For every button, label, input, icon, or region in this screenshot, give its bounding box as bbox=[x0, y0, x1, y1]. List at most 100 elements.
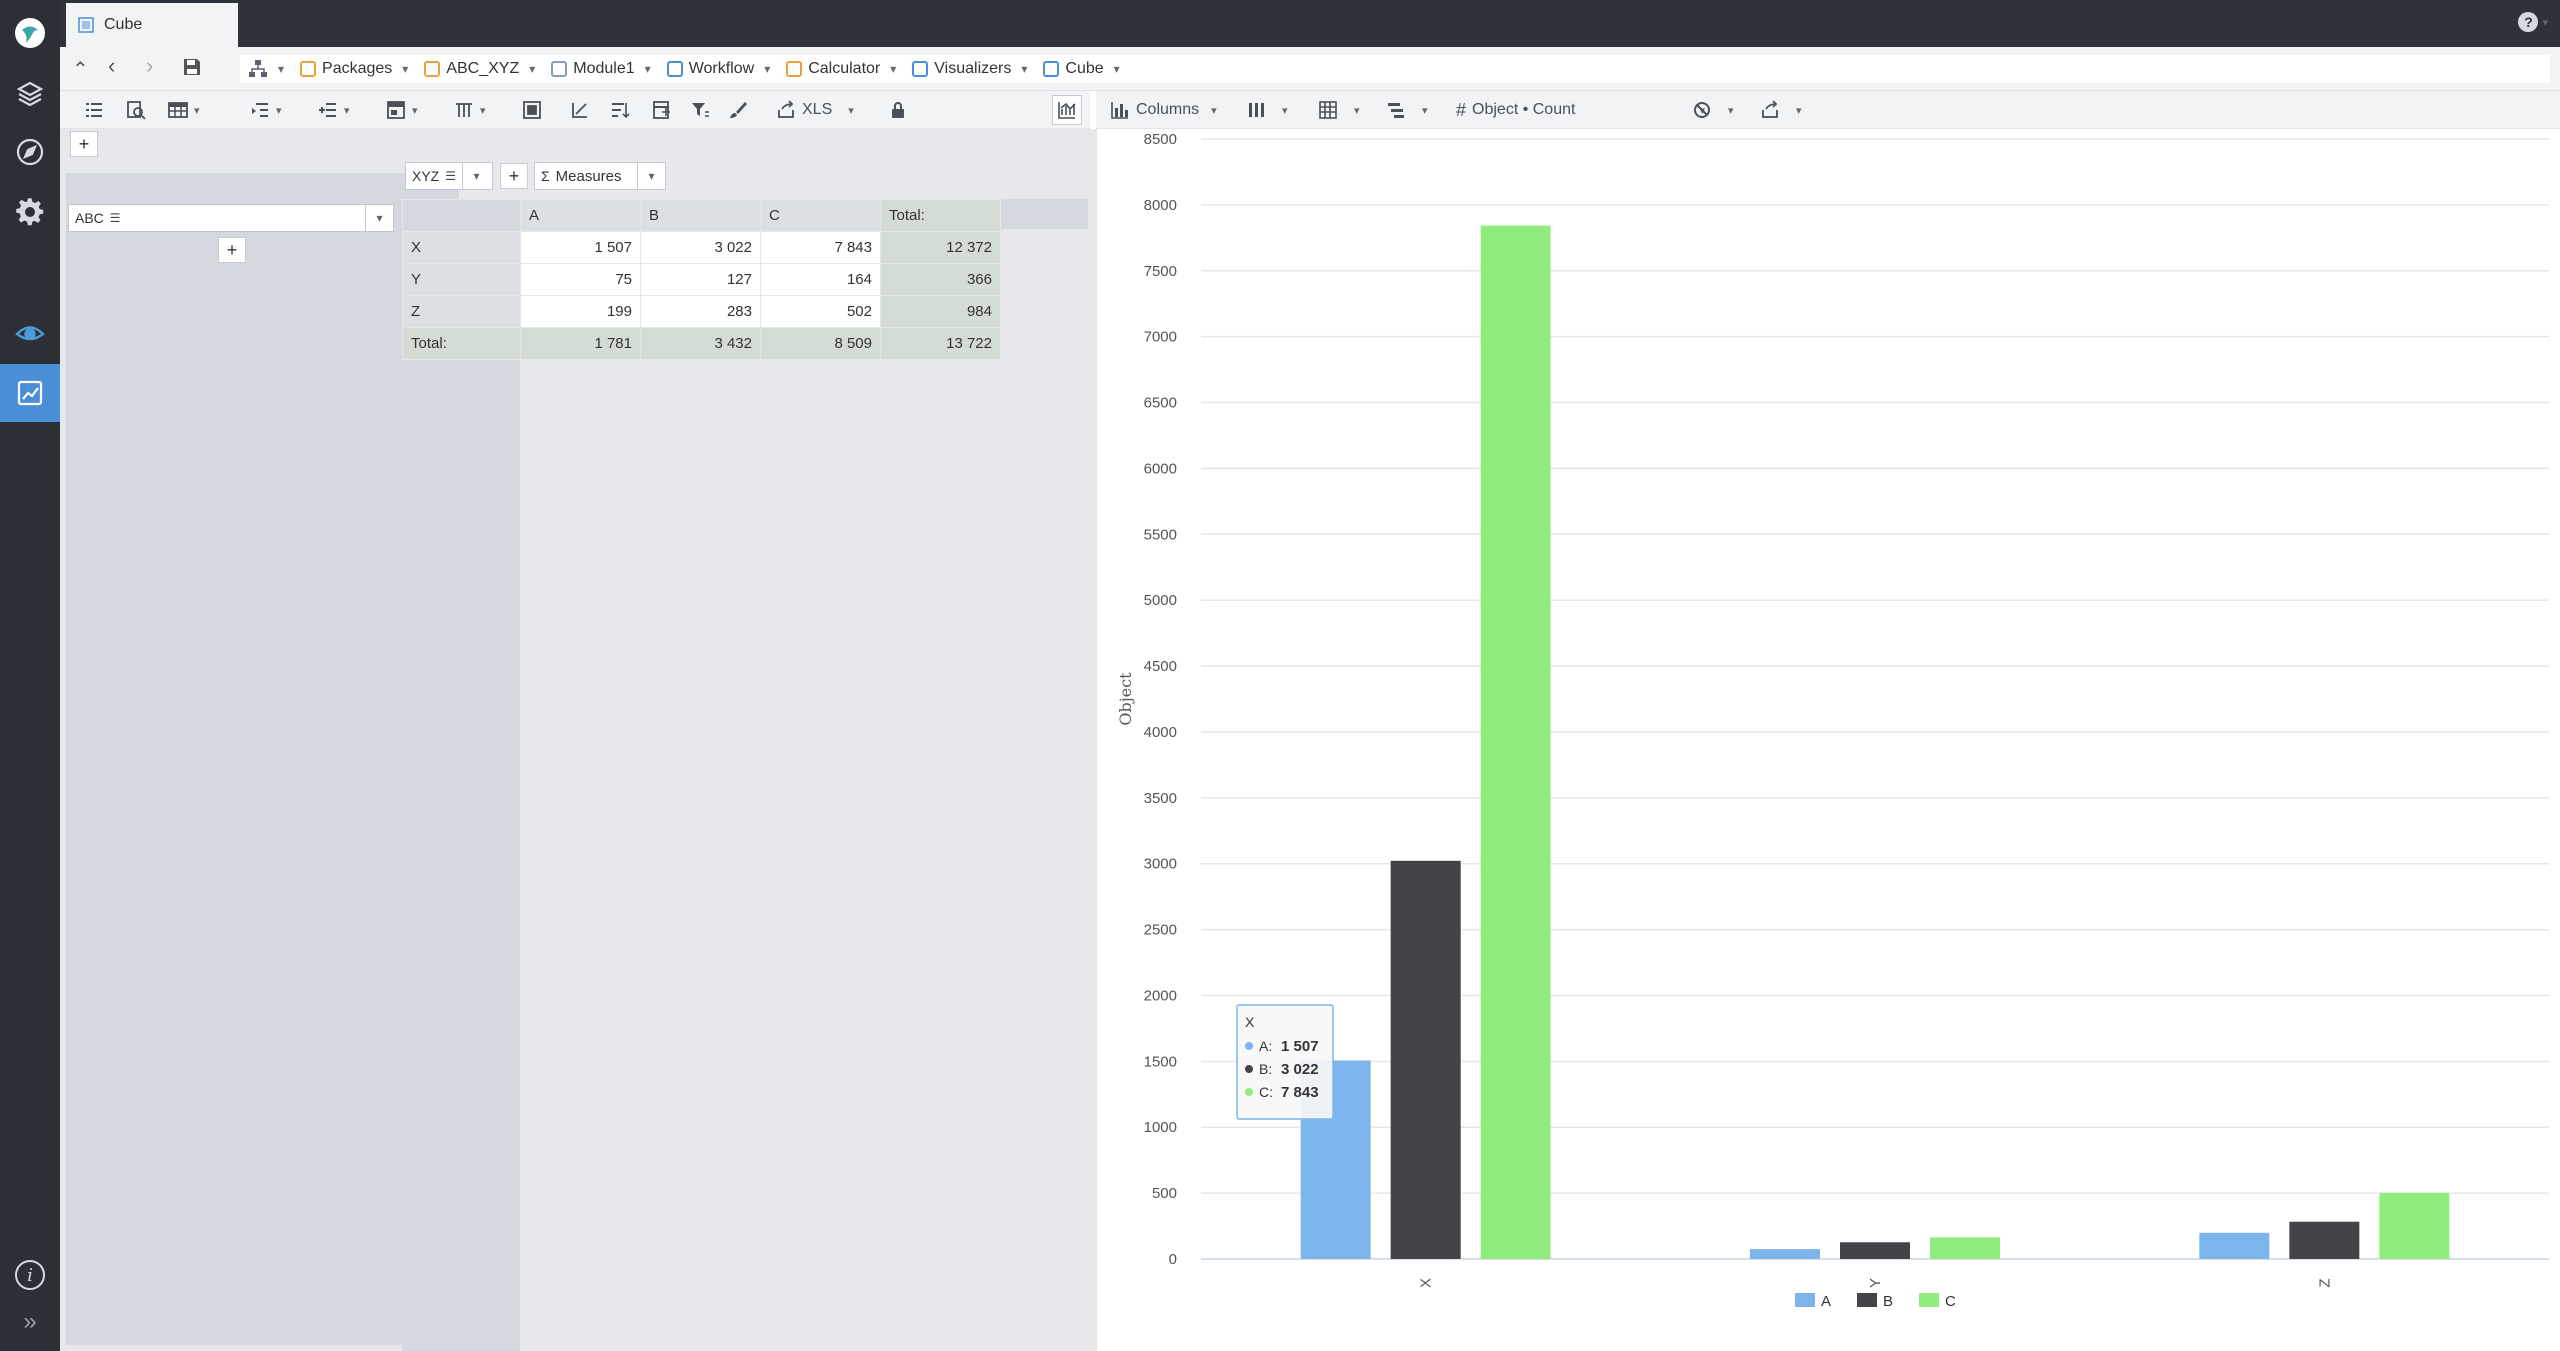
table-cell[interactable]: 164 bbox=[760, 263, 881, 296]
add-row-icon[interactable]: ▾ bbox=[318, 99, 350, 121]
export-xls-button[interactable]: XLS ▾ bbox=[776, 99, 854, 121]
cube-icon bbox=[1043, 61, 1060, 77]
table-cell[interactable]: 283 bbox=[640, 295, 761, 328]
chevron-down-icon[interactable]: ▾ bbox=[529, 62, 535, 76]
no-filter-icon[interactable]: ▾ bbox=[1692, 99, 1734, 121]
breadcrumb-item[interactable]: ABC_XYZ ▾ bbox=[416, 60, 543, 78]
table-cell[interactable]: 75 bbox=[520, 263, 641, 296]
back-icon[interactable]: ‹ bbox=[108, 53, 115, 79]
chevron-down-icon[interactable]: ▾ bbox=[764, 62, 770, 76]
table-icon[interactable]: ▾ bbox=[168, 99, 200, 121]
sort-icon[interactable] bbox=[610, 99, 630, 121]
tooltip-value: 1 507 bbox=[1281, 1038, 1319, 1055]
chevron-down-icon[interactable]: ▾ bbox=[890, 62, 896, 76]
grand-total-cell[interactable]: 13 722 bbox=[880, 327, 1001, 360]
stack-icon[interactable]: ▾ bbox=[1386, 99, 1428, 121]
legend-item: A bbox=[1821, 1293, 1831, 1310]
chevron-up-icon[interactable]: ⌃ bbox=[72, 57, 89, 82]
chevron-down-icon[interactable]: ▾ bbox=[645, 62, 651, 76]
chart-edit-icon[interactable] bbox=[0, 364, 60, 422]
tooltip-title: X bbox=[1245, 1014, 1255, 1030]
total-row-header[interactable]: Total: bbox=[402, 327, 521, 360]
eye-icon[interactable] bbox=[0, 303, 60, 361]
row-total-cell[interactable]: 984 bbox=[880, 295, 1001, 328]
column-header-total[interactable]: Total: bbox=[880, 199, 1001, 232]
table-cell[interactable]: 199 bbox=[520, 295, 641, 328]
column-header[interactable]: C bbox=[760, 199, 881, 232]
column-header[interactable]: A bbox=[520, 199, 641, 232]
preview-icon[interactable] bbox=[126, 99, 146, 121]
breadcrumb-item[interactable]: Module1 ▾ bbox=[543, 60, 658, 78]
table-cell[interactable]: 7 843 bbox=[760, 231, 881, 264]
chart-type-label: Columns bbox=[1136, 101, 1200, 118]
workflow-icon bbox=[666, 61, 683, 77]
subtotal-icon[interactable] bbox=[652, 99, 672, 121]
columns-layout-icon[interactable]: ▾ bbox=[454, 99, 486, 121]
frame-icon[interactable] bbox=[522, 99, 542, 121]
measure-dropdown[interactable]: # Object • Count ▾ bbox=[1456, 99, 1705, 121]
column-total-cell[interactable]: 1 781 bbox=[520, 327, 641, 360]
breadcrumb-item[interactable]: Cube ▾ bbox=[1035, 60, 1127, 78]
breadcrumb-item[interactable]: Visualizers ▾ bbox=[904, 60, 1035, 78]
breadcrumb: ▾ Packages ▾ ABC_XYZ ▾ Module1 ▾ Workflow ▾ Calc… bbox=[240, 55, 2550, 83]
toggle-chart-button[interactable] bbox=[1052, 95, 1082, 125]
row-total-cell[interactable]: 12 372 bbox=[880, 231, 1001, 264]
breadcrumb-item[interactable]: Packages ▾ bbox=[292, 60, 416, 78]
table-cell[interactable]: 502 bbox=[760, 295, 881, 328]
lock-icon[interactable] bbox=[888, 99, 908, 121]
column-total-cell[interactable]: 3 432 bbox=[640, 327, 761, 360]
gear-icon[interactable] bbox=[0, 183, 60, 241]
grid-icon[interactable]: ▾ bbox=[1318, 99, 1360, 121]
row-header[interactable]: Y bbox=[402, 263, 521, 296]
add-filter-button[interactable]: + bbox=[70, 131, 98, 157]
chevron-down-icon[interactable]: ▾ bbox=[637, 163, 665, 189]
column-header[interactable]: B bbox=[640, 199, 761, 232]
y-tick-label: 2500 bbox=[1144, 922, 1177, 939]
table-cell[interactable]: 1 507 bbox=[520, 231, 641, 264]
chart-type-dropdown[interactable]: Columns ▾ bbox=[1110, 99, 1217, 121]
add-row-field-button[interactable]: + bbox=[218, 237, 246, 263]
breadcrumb-root[interactable]: ▾ bbox=[240, 59, 292, 79]
hash-icon: # bbox=[1456, 99, 1467, 120]
add-column-field-button[interactable]: + bbox=[500, 163, 528, 189]
save-icon[interactable] bbox=[182, 57, 202, 83]
share-icon[interactable]: ▾ bbox=[1760, 99, 1802, 121]
column-field-chip[interactable]: XYZ ☰ ▾ bbox=[405, 162, 493, 190]
expand-rail-icon[interactable]: » bbox=[0, 1293, 60, 1351]
forward-icon[interactable]: › bbox=[146, 53, 153, 79]
tab-cube[interactable]: Cube bbox=[66, 3, 238, 47]
breadcrumb-item[interactable]: Calculator ▾ bbox=[778, 60, 904, 78]
package-icon bbox=[424, 61, 441, 77]
chevron-down-icon[interactable]: ▾ bbox=[402, 62, 408, 76]
hierarchy-icon bbox=[249, 60, 267, 77]
brush-icon[interactable] bbox=[728, 99, 748, 121]
breadcrumb-bar: ⌃ ‹ › ▾ Packages ▾ ABC_XYZ ▾ Module1 ▾ Workflo… bbox=[60, 47, 2560, 91]
chevron-down-icon[interactable]: ▾ bbox=[1114, 62, 1120, 76]
layers-icon[interactable] bbox=[0, 64, 60, 122]
layout-icon[interactable]: ▾ bbox=[386, 99, 418, 121]
breadcrumb-item[interactable]: Workflow ▾ bbox=[659, 60, 779, 78]
row-header[interactable]: Z bbox=[402, 295, 521, 328]
y-tick-label: 3000 bbox=[1144, 856, 1177, 873]
pivot-header-row: A B C Total: bbox=[402, 199, 1001, 232]
table-cell[interactable]: 127 bbox=[640, 263, 761, 296]
row-field-chip[interactable]: ABC ☰ ▾ bbox=[68, 204, 394, 232]
chevron-down-icon[interactable]: ▾ bbox=[365, 205, 393, 231]
help-menu[interactable]: ? ▾ bbox=[2518, 12, 2548, 32]
chevron-down-icon[interactable]: ▾ bbox=[1021, 62, 1027, 76]
row-total-cell[interactable]: 366 bbox=[880, 263, 1001, 296]
axis-icon[interactable] bbox=[570, 99, 590, 121]
table-cell[interactable]: 3 022 bbox=[640, 231, 761, 264]
row-header[interactable]: X bbox=[402, 231, 521, 264]
measures-chip[interactable]: Σ Measures ▾ bbox=[534, 162, 666, 190]
y-tick-label: 4500 bbox=[1144, 658, 1177, 675]
row-indent-icon[interactable]: ▾ bbox=[250, 99, 282, 121]
filter-icon[interactable] bbox=[690, 99, 710, 121]
series-layout-icon[interactable]: ▾ bbox=[1246, 99, 1288, 121]
column-total-cell[interactable]: 8 509 bbox=[760, 327, 881, 360]
app-logo-icon[interactable] bbox=[0, 4, 60, 62]
chevron-down-icon[interactable]: ▾ bbox=[462, 163, 490, 189]
x-tick-label: X bbox=[1418, 1278, 1435, 1288]
list-icon[interactable] bbox=[84, 99, 104, 121]
compass-icon[interactable] bbox=[0, 123, 60, 181]
